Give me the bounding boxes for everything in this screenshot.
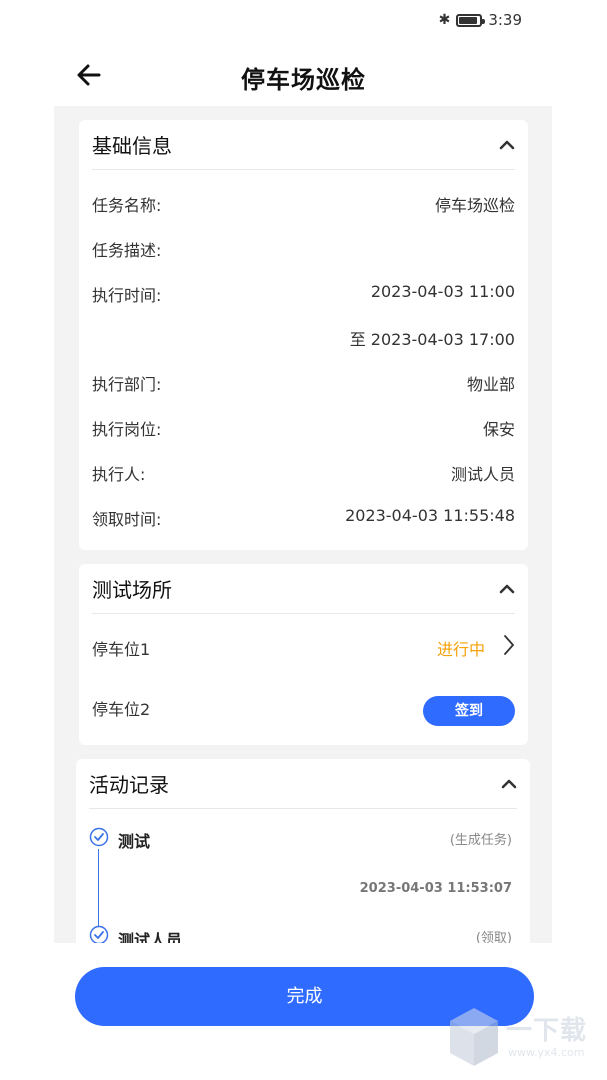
info-value: 至 2023-04-03 17:00 [349,330,515,349]
places-card: 测试场所 停车位1 进行中 停车位2 签到 [79,564,528,745]
info-label: 执行部门: [92,375,162,394]
place-name: 停车位2 [92,700,151,719]
info-value: 保安 [482,420,515,439]
place-item: 停车位2 签到 [92,696,515,726]
info-label: 任务描述: [92,241,162,260]
cube-logo-icon [450,1008,498,1066]
activity-entry-time: 2023-04-03 11:53:07 [359,881,512,896]
info-row-department: 执行部门: 物业部 [92,371,515,397]
place-name: 停车位1 [92,640,151,659]
info-value: 2023-04-03 11:00 [370,282,515,301]
activity-entry-title: 测试 [118,832,151,851]
info-label: 领取时间: [92,510,162,529]
info-value: 物业部 [466,375,515,394]
status-bar: ✱ 3:39 [0,0,607,40]
info-value: 2023-04-03 11:55:48 [345,506,515,525]
info-row-exec-time-end: 至 2023-04-03 17:00 [92,326,515,352]
place-item[interactable]: 停车位1 进行中 [92,632,515,662]
watermark-logo: 一下载 www.yx4.com [448,1006,598,1074]
page-title: 停车场巡检 [241,66,366,94]
info-label: 执行人: [92,465,146,484]
info-row-executor: 执行人: 测试人员 [92,461,515,487]
activity-entry-tag: (领取) [475,931,512,943]
watermark-url: www.yx4.com [508,1046,585,1059]
content-area[interactable]: 基础信息 任务名称: 停车场巡检 任务描述: 执行时间: 2023-04-03 … [54,106,552,943]
info-label: 执行岗位: [92,420,162,439]
battery-icon [456,13,486,27]
activity-card: 活动记录 测试 (生成任务) 2023-04-03 11:53:07 测试人员 … [76,759,530,943]
basic-info-header[interactable]: 基础信息 [92,132,515,170]
info-row-exec-time: 执行时间: 2023-04-03 11:00 [92,282,515,308]
info-row-task-desc: 任务描述: [92,237,515,263]
collapse-icon[interactable] [501,778,517,790]
info-row-claim-time: 领取时间: 2023-04-03 11:55:48 [92,506,515,532]
watermark-text: 一下载 [506,1016,588,1046]
collapse-icon[interactable] [499,583,515,595]
check-circle-icon [89,925,109,943]
info-value: 停车场巡检 [434,196,515,215]
status-time: 3:39 [488,11,522,29]
activity-header[interactable]: 活动记录 [89,771,517,809]
activity-entry-tag: (生成任务) [449,833,512,848]
info-label: 任务名称: [92,196,162,215]
activity-title: 活动记录 [89,773,169,797]
top-bar: 停车场巡检 [0,48,607,102]
basic-info-card: 基础信息 任务名称: 停车场巡检 任务描述: 执行时间: 2023-04-03 … [79,120,528,550]
collapse-icon[interactable] [499,139,515,151]
chevron-right-icon[interactable] [503,634,515,656]
info-value: 测试人员 [450,465,515,484]
places-header[interactable]: 测试场所 [92,576,515,614]
check-circle-icon [89,827,109,847]
activity-entry-title: 测试人员 [118,931,183,943]
basic-info-title: 基础信息 [92,134,172,158]
places-title: 测试场所 [92,578,172,602]
info-row-task-name: 任务名称: 停车场巡检 [92,192,515,218]
info-label: 执行时间: [92,286,162,305]
status-badge: 进行中 [436,640,485,659]
bluetooth-icon: ✱ [438,12,451,28]
status-icons: ✱ 3:39 [439,11,522,29]
info-row-position: 执行岗位: 保安 [92,416,515,442]
checkin-button[interactable]: 签到 [423,696,515,726]
